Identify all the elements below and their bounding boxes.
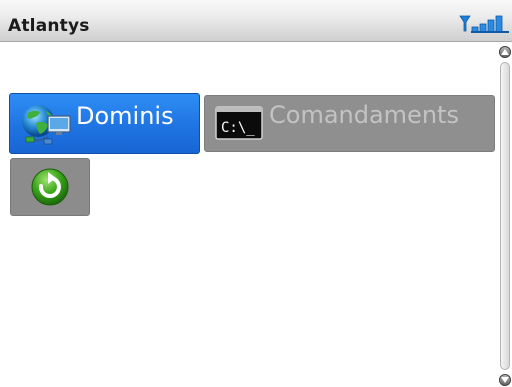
signal-strength-icon [459,15,509,33]
tab-dominis[interactable]: Dominis [9,93,200,154]
refresh-button[interactable] [10,158,90,216]
command-prompt-icon: C:\_ [215,106,263,140]
app-title: Atlantys [8,16,90,36]
tab-comandaments[interactable]: C:\_ Comandaments [204,95,495,152]
tab-comandaments-label: Comandaments [269,101,459,129]
scroll-track[interactable] [500,62,510,370]
title-bar: Atlantys [0,0,512,42]
tab-dominis-label: Dominis [76,102,174,130]
arrow-down-icon [501,377,509,383]
arrow-up-icon [501,49,509,55]
scroll-down-button[interactable] [499,374,511,386]
scroll-up-button[interactable] [499,46,511,58]
refresh-icon [31,168,69,206]
command-prompt-text: C:\_ [221,120,255,136]
vertical-scrollbar[interactable] [498,46,512,387]
globe-network-icon [22,105,71,145]
